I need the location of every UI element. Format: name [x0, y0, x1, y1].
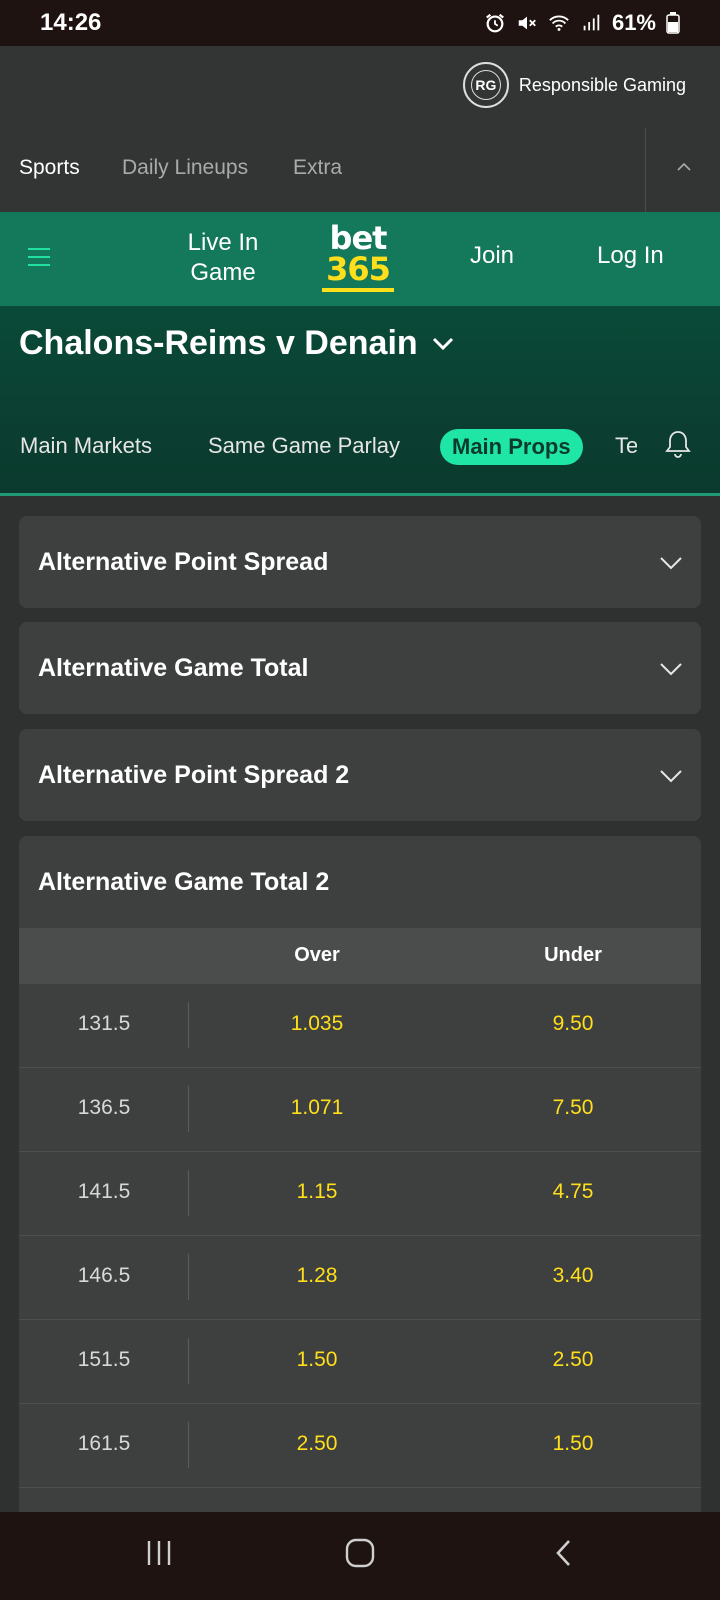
under-odds-button[interactable]: 4.75: [513, 1180, 633, 1204]
nav-sports[interactable]: Sports: [19, 156, 80, 180]
status-icons: 61%: [484, 10, 680, 36]
total-line: 146.5: [77, 1264, 131, 1287]
market-alternative-game-total[interactable]: Alternative Game Total: [19, 622, 701, 714]
table-row: 161.5 2.50 1.50: [19, 1404, 701, 1488]
market-title: Alternative Game Total: [38, 654, 309, 682]
column-header-under: Under: [544, 944, 602, 966]
under-odds-button[interactable]: 9.50: [513, 1012, 633, 1036]
join-button[interactable]: Join: [470, 242, 514, 270]
table-row: 146.5 1.28 3.40: [19, 1236, 701, 1320]
over-odds-button[interactable]: 2.50: [257, 1432, 377, 1456]
over-odds-button[interactable]: 1.035: [257, 1012, 377, 1036]
row-separator: [188, 1086, 189, 1132]
tab-same-game-parlay[interactable]: Same Game Parlay: [208, 433, 400, 459]
responsible-gaming-label: Responsible Gaming: [518, 74, 686, 95]
battery-icon: [666, 12, 680, 34]
match-title-text: Chalons-Reims v Denain: [19, 324, 418, 362]
status-time: 14:26: [40, 9, 102, 36]
tab-main-props[interactable]: Main Props: [440, 429, 583, 465]
nav-daily-lineups[interactable]: Daily Lineups: [122, 156, 248, 180]
status-bar: 14:26 61%: [0, 0, 720, 46]
back-icon[interactable]: [550, 1538, 580, 1568]
bell-icon[interactable]: [664, 429, 692, 459]
responsible-gaming-link[interactable]: RG Responsible Gaming: [462, 62, 686, 108]
battery-percent: 61%: [611, 10, 656, 35]
live-in-game-link[interactable]: Live In Game: [178, 228, 268, 288]
tab-main-markets[interactable]: Main Markets: [20, 433, 152, 459]
chevron-down-icon: [660, 770, 682, 783]
hamburger-menu-icon[interactable]: [28, 248, 50, 268]
top-header: RG Responsible Gaming: [0, 46, 720, 130]
logo-text-365: 365: [326, 250, 391, 288]
signal-icon: [583, 14, 600, 31]
market-title: Alternative Point Spread 2: [38, 761, 350, 789]
wifi-icon: [549, 15, 569, 31]
mute-icon: [518, 16, 536, 30]
under-odds-button[interactable]: 1.50: [513, 1432, 633, 1456]
row-separator: [188, 1338, 189, 1384]
row-separator: [188, 1254, 189, 1300]
market-title[interactable]: Alternative Game Total 2: [38, 868, 329, 897]
top-nav: Sports Daily Lineups Extra: [0, 128, 720, 212]
nav-divider: [645, 128, 646, 212]
chevron-down-icon: [660, 557, 682, 570]
row-separator: [188, 1002, 189, 1048]
table-row: 141.5 1.15 4.75: [19, 1152, 701, 1236]
under-odds-button[interactable]: 2.50: [513, 1348, 633, 1372]
nav-extra[interactable]: Extra: [293, 156, 342, 180]
total-line: 161.5: [77, 1432, 131, 1455]
home-icon[interactable]: [345, 1538, 375, 1568]
total-line: 141.5: [77, 1180, 131, 1203]
over-odds-button[interactable]: 1.071: [257, 1096, 377, 1120]
market-tabs: Main Markets Same Game Parlay Main Props…: [0, 421, 720, 477]
total-line: 131.5: [77, 1012, 131, 1035]
market-alternative-point-spread[interactable]: Alternative Point Spread: [19, 516, 701, 608]
total-line: 151.5: [77, 1348, 131, 1371]
match-header: Chalons-Reims v Denain Main Markets Same…: [0, 306, 720, 496]
table-row: 151.5 1.50 2.50: [19, 1320, 701, 1404]
table-row: 131.5 1.035 9.50: [19, 984, 701, 1068]
collapse-chevron-up-icon[interactable]: [675, 158, 693, 176]
table-row: 136.5 1.071 7.50: [19, 1068, 701, 1152]
tab-underline: [0, 493, 720, 496]
under-odds-button[interactable]: 3.40: [513, 1264, 633, 1288]
chevron-down-icon: [432, 337, 453, 350]
row-separator: [188, 1422, 189, 1468]
main-header: Live In Game bet 365 Join Log In: [0, 212, 720, 306]
market-alternative-point-spread-2[interactable]: Alternative Point Spread 2: [19, 729, 701, 821]
rg-badge-icon: RG: [462, 62, 509, 108]
total-line: 136.5: [77, 1096, 131, 1119]
over-odds-button[interactable]: 1.15: [257, 1180, 377, 1204]
match-title[interactable]: Chalons-Reims v Denain: [19, 324, 454, 363]
row-separator: [188, 1170, 189, 1216]
over-odds-button[interactable]: 1.50: [257, 1348, 377, 1372]
under-odds-button[interactable]: 7.50: [513, 1096, 633, 1120]
bet365-logo[interactable]: bet 365: [322, 222, 394, 292]
alarm-icon: [486, 13, 504, 33]
recent-apps-icon[interactable]: [144, 1538, 174, 1568]
system-nav-bar: [0, 1512, 720, 1600]
market-alternative-game-total-2: Alternative Game Total 2 Over Under 131.…: [19, 836, 701, 1512]
column-header-over: Over: [294, 944, 340, 966]
table-header: Over Under: [19, 928, 701, 984]
tab-te[interactable]: Te: [615, 433, 637, 459]
login-button[interactable]: Log In: [597, 242, 664, 270]
market-title: Alternative Point Spread: [38, 548, 329, 576]
logo-underline: [322, 288, 394, 292]
chevron-down-icon: [660, 663, 682, 676]
over-odds-button[interactable]: 1.28: [257, 1264, 377, 1288]
